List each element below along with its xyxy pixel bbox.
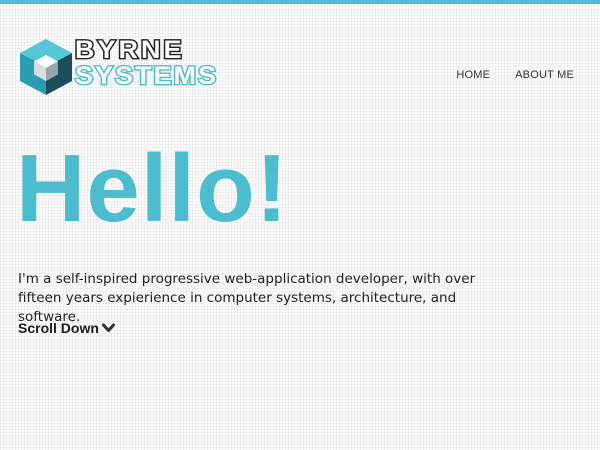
- intro-text: I'm a self-inspired progressive web-appl…: [18, 271, 476, 325]
- cube-logo-icon: [20, 39, 72, 95]
- scroll-down-link[interactable]: Scroll Down: [18, 320, 115, 336]
- nav-home-link[interactable]: HOME: [456, 69, 490, 81]
- chevron-down-icon: [101, 323, 115, 332]
- top-accent-bar: [0, 0, 600, 4]
- brand-logo[interactable]: BYRNE SYSTEMS: [18, 36, 280, 96]
- nav-about-link[interactable]: ABOUT ME: [515, 69, 574, 81]
- brand-name-line2: SYSTEMS: [73, 62, 219, 90]
- scroll-down-label: Scroll Down: [18, 320, 99, 336]
- main-nav: HOME ABOUT ME: [456, 69, 574, 81]
- hero-heading: Hello!: [16, 135, 289, 242]
- brand-name-line1: BYRNE: [74, 36, 185, 64]
